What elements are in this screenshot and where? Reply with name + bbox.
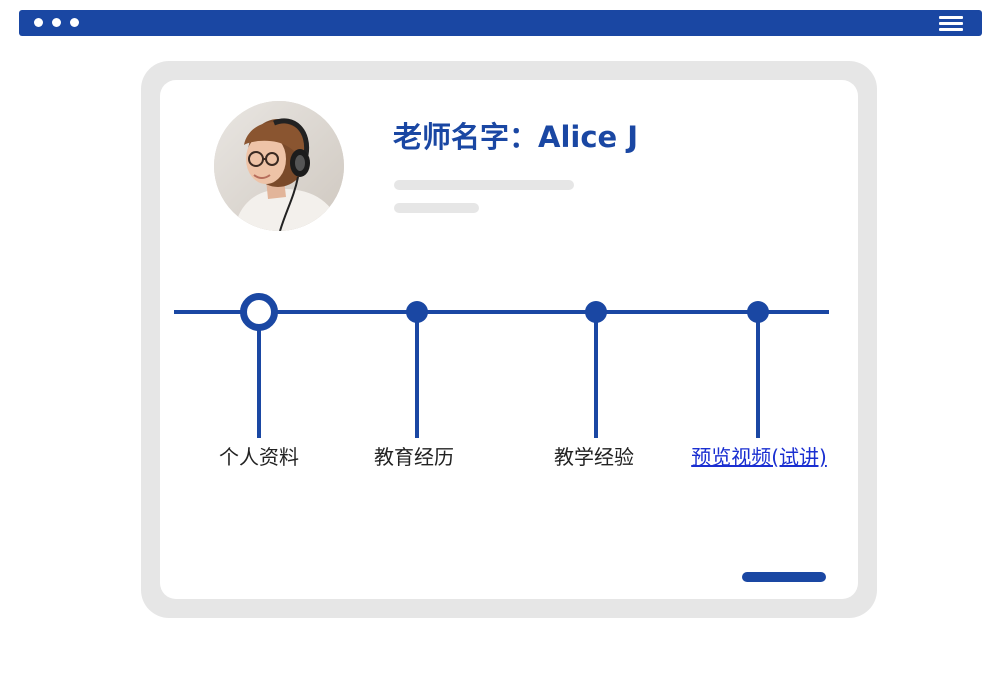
timeline-label-teaching-experience[interactable]: 教学经验 bbox=[554, 441, 634, 470]
browser-title-bar bbox=[19, 10, 982, 36]
placeholder-text-line bbox=[394, 180, 574, 190]
device-frame: 老师名字：Alice J 个人资料 教育经历 教学经验 预览视频(试讲) bbox=[141, 61, 877, 618]
teacher-photo-with-headphones-icon bbox=[214, 101, 344, 231]
timeline-node[interactable] bbox=[747, 301, 769, 323]
window-dot-2 bbox=[52, 18, 61, 27]
timeline-label-education[interactable]: 教育经历 bbox=[374, 441, 454, 470]
timeline-stem bbox=[257, 326, 261, 438]
teacher-avatar bbox=[214, 101, 344, 231]
timeline-node[interactable] bbox=[585, 301, 607, 323]
menu-line bbox=[939, 16, 963, 19]
timeline-label-personal-info[interactable]: 个人资料 bbox=[219, 441, 299, 470]
profile-screen: 老师名字：Alice J 个人资料 教育经历 教学经验 预览视频(试讲) bbox=[160, 80, 858, 599]
window-dot-1 bbox=[34, 18, 43, 27]
window-dot-3 bbox=[70, 18, 79, 27]
timeline-node[interactable] bbox=[406, 301, 428, 323]
action-button-bar[interactable] bbox=[742, 572, 826, 582]
timeline-stem bbox=[415, 318, 419, 438]
hamburger-menu-icon[interactable] bbox=[939, 16, 963, 31]
menu-line bbox=[939, 28, 963, 31]
timeline-stem bbox=[756, 318, 760, 438]
timeline-link-preview-video[interactable]: 预览视频(试讲) bbox=[691, 441, 827, 470]
teacher-name: 老师名字：Alice J bbox=[393, 120, 639, 154]
menu-line bbox=[939, 22, 963, 25]
placeholder-text-line bbox=[394, 203, 479, 213]
timeline-node-active[interactable] bbox=[240, 293, 278, 331]
timeline-stem bbox=[594, 318, 598, 438]
